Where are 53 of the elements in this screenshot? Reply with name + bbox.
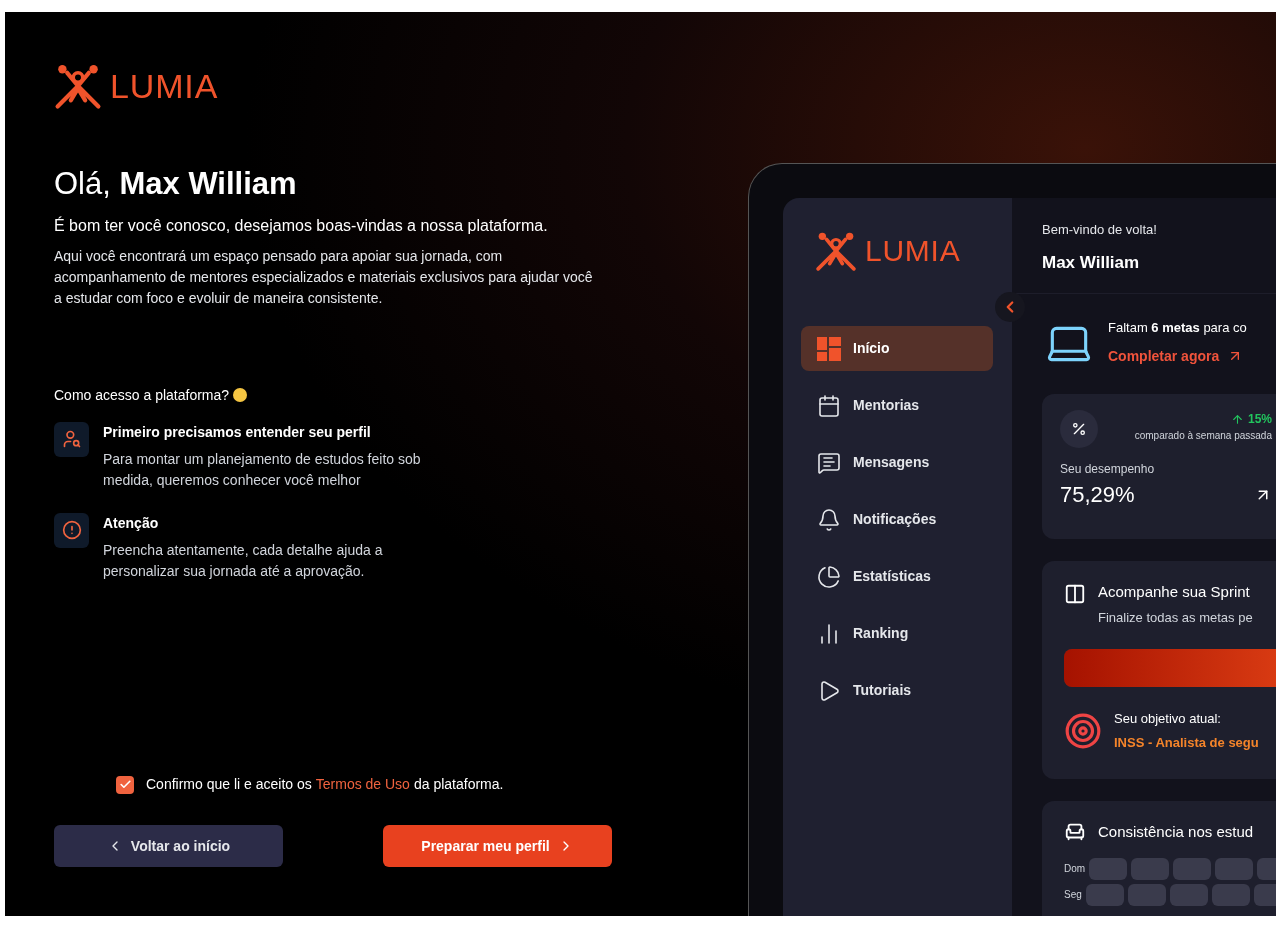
change-value: 15% <box>1247 411 1272 428</box>
collapse-button[interactable] <box>995 292 1025 322</box>
terms-checkbox[interactable] <box>116 775 134 794</box>
check-icon <box>118 778 132 791</box>
sprint-description: Finalize todas as metas pe <box>1098 608 1253 627</box>
sprint-title: Acompanhe sua Sprint <box>1098 582 1251 602</box>
step-title: Atenção <box>103 513 160 533</box>
terms-link[interactable]: Termos de Uso <box>315 774 410 795</box>
nav-item[interactable]: Mensagens <box>801 440 993 485</box>
pie-chart-icon <box>817 564 841 589</box>
nav-item[interactable]: Ranking <box>801 611 993 656</box>
goals-text: Faltam 6 metas para co <box>1108 319 1247 337</box>
brand-name: LUMIA <box>865 236 961 266</box>
welcome-text: É bom ter você conosco, desejamos boas-vindas a nossa plataforma. <box>54 215 549 236</box>
nav-item[interactable]: Tutoriais <box>801 668 993 713</box>
user-name: Max William <box>1042 251 1141 274</box>
alert-icon <box>54 512 89 548</box>
logo-icon <box>815 230 857 272</box>
arrow-up-icon <box>1230 412 1244 426</box>
greeting-heading: Olá, Max William <box>54 165 298 203</box>
nav-item[interactable]: Início <box>801 326 993 371</box>
dashboard-icon <box>817 336 841 361</box>
logo-icon <box>54 62 102 110</box>
step-title: Primeiro precisamos entender seu perfil <box>103 422 372 442</box>
consistency-title: Consistência nos estud <box>1098 822 1254 842</box>
performance-value: 75,29% <box>1060 481 1135 509</box>
step-description: Preencha atentamente, cada detalhe ajuda a personalizar sua jornada até a aprovação. <box>103 540 384 581</box>
target-icon <box>1064 711 1102 750</box>
question-text: Como acesso a plataforma? <box>54 385 230 405</box>
nav-item[interactable]: Notificações <box>801 497 993 542</box>
step-description: Para montar um planejamento de estudos feito sob medida, queremos conhecer você melhor <box>103 449 422 490</box>
nav-item[interactable]: Mentorias <box>801 383 993 428</box>
user-search-icon <box>54 421 89 457</box>
bell-icon <box>817 507 841 532</box>
terms-text: Confirmo que li e aceito os <box>146 775 312 794</box>
calendar-icon <box>817 393 841 418</box>
nav-item[interactable]: Estatísticas <box>801 554 993 599</box>
brand-name: LUMIA <box>110 69 219 103</box>
intro-paragraph: Aqui você encontrará um espaço pensado para apoiar sua jornada, com acompanhamento de mentores especializados e materiais exclusivos para ajudar você a estudar com foco e evoluir de maneira consistente. <box>54 246 594 308</box>
percent-icon <box>1060 410 1098 448</box>
welcome-back-text: Bem-vindo de volta! <box>1042 221 1158 239</box>
comparison-text: comparado à semana passada <box>1134 429 1272 443</box>
complete-now-link[interactable]: Completar agora <box>1108 345 1247 367</box>
panels-icon <box>1064 583 1086 605</box>
objective-value: INSS - Analista de segu <box>1114 733 1259 752</box>
performance-label: Seu desempenho <box>1060 461 1156 478</box>
terms-text: da plataforma. <box>413 775 504 794</box>
back-button[interactable]: Voltar ao início <box>54 825 283 867</box>
weekday-label: Seg <box>1064 888 1082 902</box>
objective-label: Seu objetivo atual: <box>1114 710 1222 728</box>
prepare-profile-button[interactable]: Preparar meu perfil <box>383 825 612 867</box>
weekday-label: Dom <box>1064 862 1086 876</box>
message-icon <box>817 450 841 475</box>
